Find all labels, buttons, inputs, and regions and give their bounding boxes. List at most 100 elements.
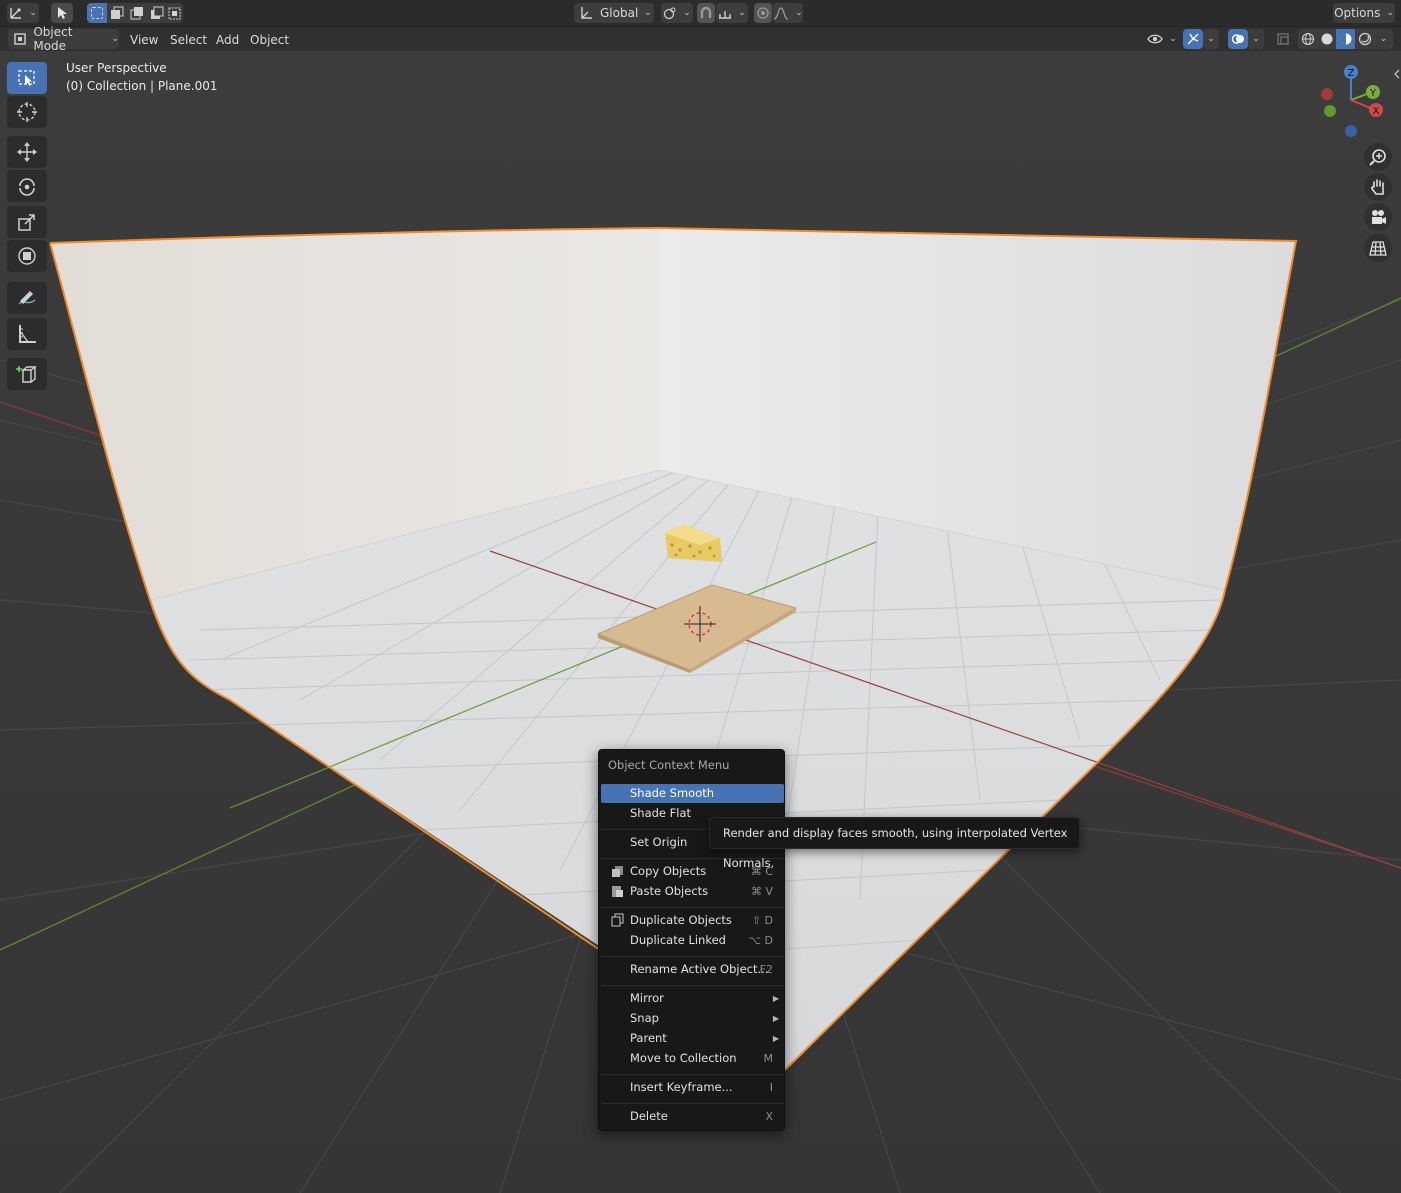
cursor-arrow-icon xyxy=(58,7,67,19)
overlays-toggle-button[interactable] xyxy=(1228,29,1248,49)
select-mode-new-button[interactable] xyxy=(87,3,107,23)
menu-item-paste-objects[interactable]: Paste Objects ⌘ V xyxy=(601,882,784,901)
select-tool-button[interactable] xyxy=(51,3,73,23)
menu-item-label: Paste Objects xyxy=(630,884,709,898)
shading-dropdown[interactable]: ⌄ xyxy=(1374,29,1393,49)
axis-icon xyxy=(10,8,22,19)
options-label: Options xyxy=(1334,6,1381,20)
menu-item-shade-smooth[interactable]: Shade Smooth xyxy=(601,784,784,803)
menu-item-rename-active-object[interactable]: Rename Active Object... F2 xyxy=(601,960,784,979)
top-header: ⌄ Global ⌄ ⌄ ⌄ ⌄ Options ⌄ xyxy=(0,0,1401,27)
mode-dropdown[interactable]: Object Mode ⌄ xyxy=(8,25,119,53)
menu-item-delete[interactable]: Delete X xyxy=(601,1107,784,1126)
tool-select-box[interactable] xyxy=(7,62,47,94)
menu-item-move-to-collection[interactable]: Move to Collection M xyxy=(601,1049,784,1068)
falloff-curve-icon xyxy=(774,7,789,20)
orientation-icon xyxy=(581,7,592,19)
tool-transform[interactable] xyxy=(7,240,47,272)
select-mode-subtract-button[interactable] xyxy=(127,3,147,23)
snap-toggle-button[interactable] xyxy=(697,3,715,23)
select-new-icon xyxy=(91,7,103,19)
view-name: User Perspective xyxy=(66,61,167,75)
menu-item-duplicate-linked[interactable]: Duplicate Linked ⌥ D xyxy=(601,931,784,950)
navigation-gizmo[interactable]: Z Y X xyxy=(1316,62,1396,142)
chevron-down-icon: ⌄ xyxy=(1386,8,1394,18)
shading-material-button[interactable] xyxy=(1336,29,1355,49)
menu-item-mirror[interactable]: Mirror ▶ xyxy=(601,989,784,1008)
shading-solid-button[interactable] xyxy=(1317,29,1336,49)
shading-rendered-button[interactable] xyxy=(1355,29,1374,49)
chevron-down-icon: ⌄ xyxy=(738,8,746,18)
menu-item-shortcut: F2 xyxy=(759,963,773,976)
menu-item-insert-keyframe[interactable]: Insert Keyframe... I xyxy=(601,1078,784,1097)
menu-select[interactable]: Select xyxy=(164,30,213,50)
select-intersect-icon xyxy=(168,7,181,20)
sidebar-toggle-icon[interactable] xyxy=(1392,68,1401,80)
select-mode-intersect-button[interactable] xyxy=(167,3,183,23)
select-mode-difference-button[interactable] xyxy=(147,3,167,23)
rendered-sphere-icon xyxy=(1358,32,1371,46)
select-mode-extend-button[interactable] xyxy=(107,3,127,23)
tool-scale[interactable] xyxy=(7,206,47,238)
editor-type-button[interactable]: ⌄ xyxy=(7,3,39,23)
visibility-dropdown[interactable]: ⌄ xyxy=(1146,29,1178,49)
pan-button[interactable] xyxy=(1364,173,1392,201)
tool-cursor[interactable] xyxy=(7,96,47,128)
shading-wireframe-button[interactable] xyxy=(1298,29,1317,49)
chevron-down-icon: ⌄ xyxy=(795,8,803,18)
tool-add-cube[interactable] xyxy=(7,358,47,390)
gizmo-neg-z-handle xyxy=(1345,125,1357,137)
tool-measure[interactable] xyxy=(7,318,47,350)
menu-object[interactable]: Object xyxy=(244,30,295,50)
hand-icon xyxy=(1371,179,1384,195)
menu-item-shortcut: M xyxy=(763,1052,774,1065)
menu-view[interactable]: View xyxy=(124,30,164,50)
gizmo-dropdown[interactable]: ⌄ xyxy=(1203,29,1219,49)
camera-view-button[interactable] xyxy=(1364,203,1392,231)
falloff-dropdown[interactable]: ⌄ xyxy=(773,3,803,23)
zoom-button[interactable] xyxy=(1364,143,1392,171)
mode-label: Object Mode xyxy=(33,25,73,53)
perspective-toggle-button[interactable] xyxy=(1364,234,1392,262)
object-context-menu: Object Context Menu Shade Smooth Shade F… xyxy=(598,749,785,1131)
gizmo-icon xyxy=(1187,33,1199,45)
gizmo-z-label: Z xyxy=(1348,68,1355,79)
chevron-down-icon: ⌄ xyxy=(1169,34,1177,44)
menu-separator xyxy=(601,985,784,986)
menu-item-label: Duplicate Objects xyxy=(630,913,732,927)
grid-perspective-icon xyxy=(1369,241,1387,256)
menu-item-duplicate-objects[interactable]: Duplicate Objects ⇧ D xyxy=(601,911,784,930)
xray-toggle-button[interactable] xyxy=(1273,29,1293,49)
tool-rotate[interactable] xyxy=(7,170,47,202)
menu-item-parent[interactable]: Parent ▶ xyxy=(601,1029,784,1048)
add-cube-icon xyxy=(16,366,38,383)
menu-item-label: Copy Objects xyxy=(630,864,707,878)
overlays-dropdown[interactable]: ⌄ xyxy=(1248,29,1264,49)
magnet-icon xyxy=(700,6,712,18)
tooltip: Render and display faces smooth, using i… xyxy=(709,817,1080,870)
object-mode-icon xyxy=(14,33,26,45)
paste-icon xyxy=(612,886,623,897)
gizmo-x-label: X xyxy=(1373,106,1380,117)
gizmo-y-label: Y xyxy=(1369,88,1377,99)
menu-separator xyxy=(601,956,784,957)
tool-annotate[interactable] xyxy=(7,282,47,314)
gizmo-toggle-button[interactable] xyxy=(1183,29,1203,49)
select-extend-icon xyxy=(111,6,124,19)
proportional-edit-toggle[interactable] xyxy=(754,3,772,23)
rotate-icon xyxy=(19,178,35,196)
menu-add[interactable]: Add xyxy=(210,30,245,50)
context-menu-title: Object Context Menu xyxy=(608,758,730,772)
snap-target-dropdown[interactable]: ⌄ xyxy=(716,3,748,23)
pivot-icon xyxy=(664,7,676,20)
transform-orientation-dropdown[interactable]: Global ⌄ xyxy=(574,3,654,23)
menu-separator xyxy=(601,1074,784,1075)
proportional-edit-icon xyxy=(757,7,769,19)
pivot-point-dropdown[interactable]: ⌄ xyxy=(661,3,693,23)
menu-item-label: Mirror xyxy=(630,991,664,1005)
submenu-arrow-icon: ▶ xyxy=(772,1014,779,1023)
tool-move[interactable] xyxy=(7,136,47,168)
options-dropdown[interactable]: Options ⌄ xyxy=(1333,3,1395,23)
menu-item-snap[interactable]: Snap ▶ xyxy=(601,1009,784,1028)
duplicate-icon xyxy=(611,913,624,927)
